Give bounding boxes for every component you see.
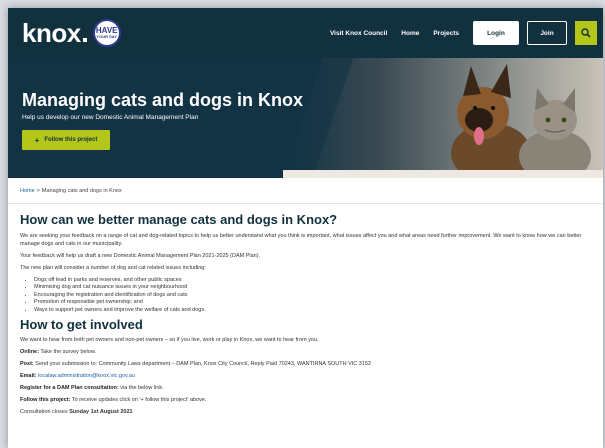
- email-line: Email: localaw.administration@knox.vic.g…: [20, 373, 589, 381]
- badge-line2: YOUR SAY: [96, 34, 117, 39]
- top-navigation: knox HAVE YOUR SAY Visit Knox Council Ho…: [8, 8, 603, 58]
- list-item: Ways to support pet owners and improve t…: [34, 307, 589, 315]
- login-button[interactable]: Login: [473, 21, 519, 45]
- breadcrumb-home[interactable]: Home: [20, 188, 35, 194]
- post-text: Send your submission to: Community Laws …: [35, 361, 372, 367]
- follow-project-label: Follow this project: [44, 137, 98, 143]
- list-item: Minimising dog and cat nuisance issues i…: [34, 284, 589, 292]
- have-your-say-badge: HAVE YOUR SAY: [92, 19, 121, 47]
- closes-line: Consultation closes Sunday 1st August 20…: [20, 409, 589, 417]
- nav-link-home[interactable]: Home: [401, 30, 419, 37]
- search-button[interactable]: [575, 21, 597, 45]
- site-logo[interactable]: knox HAVE YOUR SAY: [22, 18, 121, 49]
- follow-line: Follow this project: To receive updates …: [20, 397, 589, 405]
- plus-icon: +: [34, 135, 40, 145]
- list-item: Promotion of responsible pet ownership; …: [34, 299, 589, 307]
- hero-image-dog-and-cat: [283, 58, 603, 178]
- breadcrumb-separator: >: [36, 187, 40, 194]
- feedback-paragraph: Your feedback will help us draft a new D…: [20, 252, 261, 259]
- list-item: Encouraging the registration and identif…: [34, 292, 589, 300]
- nav-links: Visit Knox Council Home Projects Login J…: [330, 21, 597, 45]
- follow-text: To receive updates click on '+ follow th…: [71, 397, 207, 403]
- post-label: Post:: [20, 361, 34, 367]
- email-link[interactable]: localaw.administration@knox.vic.gov.au: [38, 373, 135, 379]
- issues-intro: The new plan will consider a number of d…: [20, 264, 206, 271]
- involved-paragraph: We want to hear from both pet owners and…: [20, 337, 319, 343]
- hero-banner: Managing cats and dogs in Knox Help us d…: [8, 58, 603, 178]
- register-label: Register for a DAM Plan consultation:: [20, 385, 119, 391]
- post-line: Post: Send your submission to: Community…: [20, 361, 589, 369]
- search-icon: [581, 28, 591, 38]
- closes-date: Sunday 1st August 2021: [69, 409, 133, 415]
- browser-frame: knox HAVE YOUR SAY Visit Knox Council Ho…: [8, 8, 603, 448]
- page-subtitle: Help us develop our new Domestic Animal …: [22, 114, 199, 121]
- email-label: Email:: [20, 373, 37, 379]
- register-line: Register for a DAM Plan consultation: vi…: [20, 385, 589, 393]
- nav-link-projects[interactable]: Projects: [433, 30, 459, 37]
- logo-dot: [82, 38, 87, 42]
- online-line: Online: Take the survey below.: [20, 349, 589, 357]
- follow-project-button[interactable]: + Follow this project: [22, 130, 110, 150]
- online-text: Take the survey below.: [40, 349, 97, 355]
- logo-text: knox: [22, 17, 81, 48]
- intro-paragraph: We are seeking your feedback on a range …: [20, 233, 582, 247]
- closes-text: Consultation closes: [20, 409, 68, 415]
- page-title: Managing cats and dogs in Knox: [22, 90, 304, 110]
- join-button[interactable]: Join: [527, 21, 567, 45]
- breadcrumb-current: Managing cats and dogs in Knox: [41, 187, 122, 194]
- register-text: via the below link.: [120, 385, 164, 391]
- main-content: How can we better manage cats and dogs i…: [8, 204, 603, 417]
- section-heading-manage: How can we better manage cats and dogs i…: [20, 212, 338, 227]
- online-label: Online:: [20, 349, 39, 355]
- list-item: Dogs off lead in parks and reserves, and…: [34, 277, 589, 285]
- nav-link-visit-knox-council[interactable]: Visit Knox Council: [330, 30, 387, 37]
- issues-list: Dogs off lead in parks and reserves, and…: [34, 277, 589, 315]
- breadcrumb: Home > Managing cats and dogs in Knox: [8, 178, 603, 204]
- section-heading-get-involved: How to get involved: [20, 317, 143, 332]
- follow-label: Follow this project:: [20, 397, 71, 403]
